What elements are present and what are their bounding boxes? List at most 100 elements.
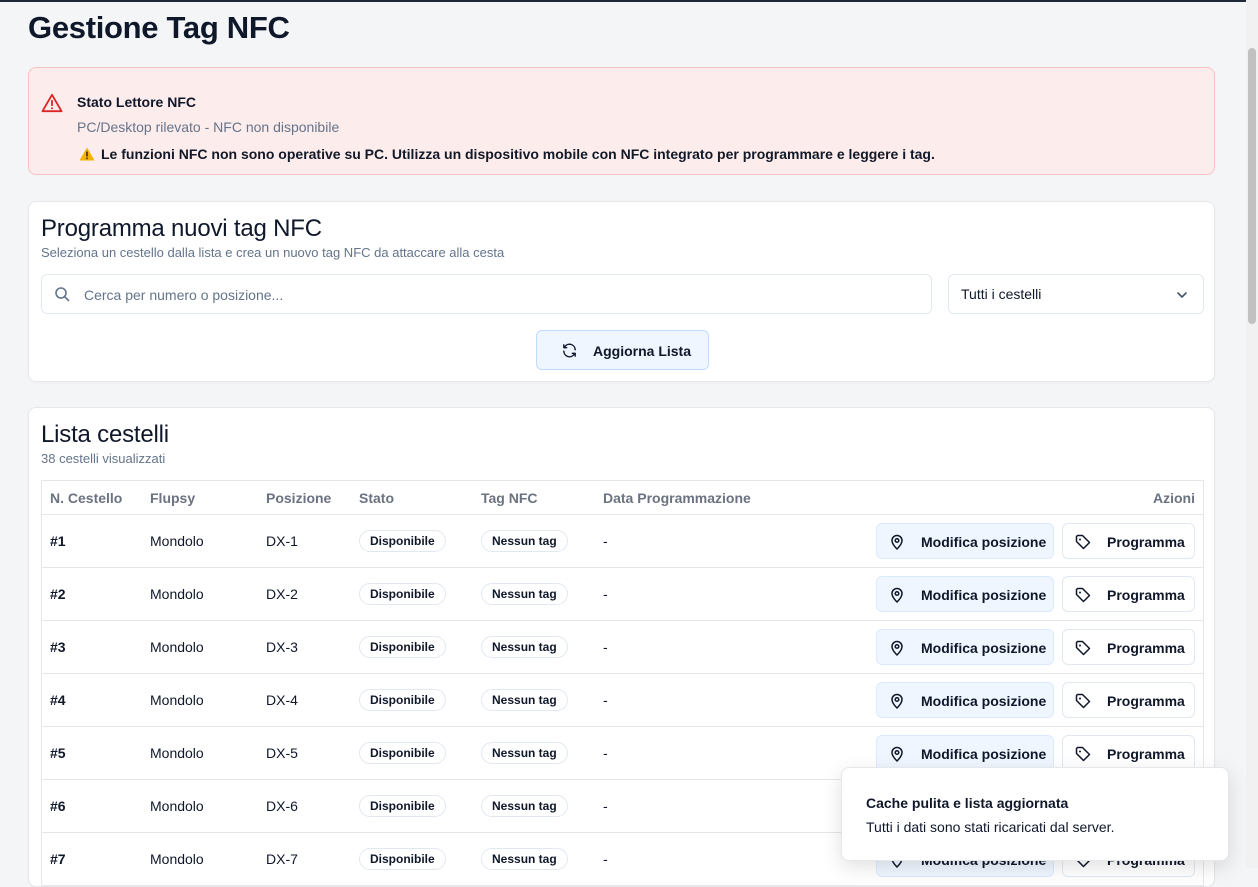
cell-tag: Nessun tag <box>473 514 595 568</box>
table-row: #2 Mondolo DX-2 Disponibile Nessun tag - Modif… <box>41 567 1204 621</box>
cell-state: Disponibile <box>351 779 473 833</box>
cell-tag: Nessun tag <box>473 832 595 886</box>
cell-date: - <box>595 779 803 833</box>
alert-subtitle: PC/Desktop rilevato - NFC non disponibil… <box>77 119 340 135</box>
cestelli-filter-select[interactable]: Tutti i cestelli <box>948 274 1204 314</box>
program-tag-button[interactable]: Programma <box>1062 576 1195 612</box>
cell-flupsy: Mondolo <box>142 779 258 833</box>
program-tag-label: Programma <box>1107 640 1185 656</box>
tag-icon <box>1075 746 1091 762</box>
program-tag-label: Programma <box>1107 534 1185 550</box>
cell-position: DX-1 <box>258 514 351 568</box>
map-pin-icon <box>891 640 903 656</box>
cell-flupsy: Mondolo <box>142 726 258 780</box>
tag-badge: Nessun tag <box>481 636 568 658</box>
state-badge: Disponibile <box>359 742 446 764</box>
header-num: N. Cestello <box>41 480 142 515</box>
edit-position-button[interactable]: Modifica posizione <box>876 576 1054 612</box>
header-tag: Tag NFC <box>473 480 595 515</box>
tag-icon <box>1075 693 1091 709</box>
table-header-row: N. Cestello Flupsy Posizione Stato Tag N… <box>41 480 1204 515</box>
program-subtitle: Seleziona un cestello dalla lista e crea… <box>41 245 505 260</box>
search-input[interactable] <box>82 284 906 306</box>
edit-position-button[interactable]: Modifica posizione <box>876 629 1054 665</box>
cell-position: DX-6 <box>258 779 351 833</box>
cell-date: - <box>595 673 803 727</box>
program-tag-label: Programma <box>1107 746 1185 762</box>
edit-position-label: Modifica posizione <box>921 746 1047 762</box>
program-tag-label: Programma <box>1107 587 1185 603</box>
chevron-down-icon <box>1177 292 1187 298</box>
cell-position: DX-3 <box>258 620 351 674</box>
edit-position-label: Modifica posizione <box>921 587 1047 603</box>
nfc-status-alert: Stato Lettore NFC PC/Desktop rilevato - … <box>28 67 1215 175</box>
state-badge: Disponibile <box>359 530 446 552</box>
cell-flupsy: Mondolo <box>142 567 258 621</box>
table-row: #1 Mondolo DX-1 Disponibile Nessun tag - Modif… <box>41 514 1204 568</box>
cell-flupsy: Mondolo <box>142 673 258 727</box>
cell-date: - <box>595 567 803 621</box>
edit-position-button[interactable]: Modifica posizione <box>876 735 1054 771</box>
program-tag-button[interactable]: Programma <box>1062 523 1195 559</box>
search-box <box>41 274 932 314</box>
cell-flupsy: Mondolo <box>142 514 258 568</box>
edit-position-button[interactable]: Modifica posizione <box>876 682 1054 718</box>
cell-state: Disponibile <box>351 620 473 674</box>
cell-num: #6 <box>41 779 142 833</box>
cell-num: #1 <box>41 514 142 568</box>
cell-tag: Nessun tag <box>473 726 595 780</box>
tag-badge: Nessun tag <box>481 795 568 817</box>
alert-message-row: Le funzioni NFC non sono operative su PC… <box>79 146 935 162</box>
state-badge: Disponibile <box>359 636 446 658</box>
list-title: Lista cestelli <box>41 421 169 448</box>
program-card: Programma nuovi tag NFC Seleziona un ces… <box>28 201 1215 382</box>
map-pin-icon <box>891 587 903 603</box>
cell-actions: Modifica posizione Programma <box>803 620 1204 674</box>
program-tag-label: Programma <box>1107 693 1185 709</box>
cell-num: #7 <box>41 832 142 886</box>
refresh-icon <box>563 343 576 358</box>
state-badge: Disponibile <box>359 689 446 711</box>
refresh-list-button[interactable]: Aggiorna Lista <box>536 330 709 370</box>
top-border <box>0 0 1258 2</box>
alert-triangle-icon <box>41 93 63 113</box>
cell-tag: Nessun tag <box>473 673 595 727</box>
program-tag-button[interactable]: Programma <box>1062 735 1195 771</box>
edit-position-button[interactable]: Modifica posizione <box>876 523 1054 559</box>
cell-position: DX-4 <box>258 673 351 727</box>
scrollbar-thumb[interactable] <box>1248 48 1256 324</box>
tag-badge: Nessun tag <box>481 530 568 552</box>
cell-state: Disponibile <box>351 567 473 621</box>
cell-date: - <box>595 726 803 780</box>
tag-badge: Nessun tag <box>481 583 568 605</box>
state-badge: Disponibile <box>359 583 446 605</box>
program-title: Programma nuovi tag NFC <box>41 215 322 242</box>
cell-position: DX-7 <box>258 832 351 886</box>
program-tag-button[interactable]: Programma <box>1062 682 1195 718</box>
state-badge: Disponibile <box>359 848 446 870</box>
cell-date: - <box>595 620 803 674</box>
cell-flupsy: Mondolo <box>142 832 258 886</box>
edit-position-label: Modifica posizione <box>921 640 1047 656</box>
map-pin-icon <box>891 693 903 709</box>
cell-tag: Nessun tag <box>473 620 595 674</box>
cell-num: #3 <box>41 620 142 674</box>
tag-badge: Nessun tag <box>481 689 568 711</box>
program-tag-button[interactable]: Programma <box>1062 629 1195 665</box>
filter-value: Tutti i cestelli <box>961 286 1042 302</box>
cell-state: Disponibile <box>351 673 473 727</box>
cell-num: #2 <box>41 567 142 621</box>
alert-title: Stato Lettore NFC <box>77 94 196 110</box>
search-icon <box>55 287 70 302</box>
cell-actions: Modifica posizione Programma <box>803 514 1204 568</box>
cell-actions: Modifica posizione Programma <box>803 567 1204 621</box>
tag-badge: Nessun tag <box>481 742 568 764</box>
cell-state: Disponibile <box>351 514 473 568</box>
tag-badge: Nessun tag <box>481 848 568 870</box>
warning-emoji-icon <box>79 147 95 161</box>
cell-tag: Nessun tag <box>473 779 595 833</box>
header-position: Posizione <box>258 480 351 515</box>
header-date: Data Programmazione <box>595 480 803 515</box>
edit-position-label: Modifica posizione <box>921 693 1047 709</box>
header-actions: Azioni <box>803 480 1204 515</box>
